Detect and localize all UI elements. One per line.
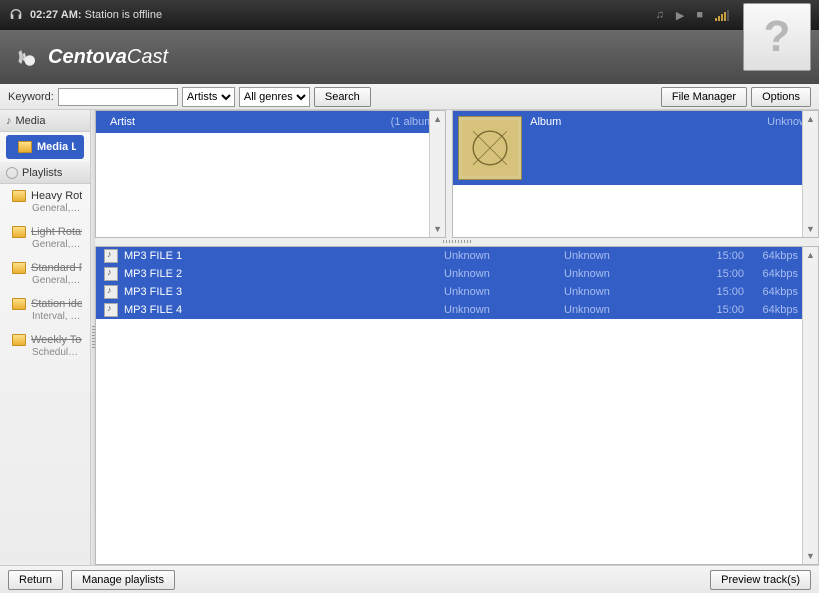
sidebar-item-media-library[interactable]: Media Library	[6, 135, 84, 159]
audio-file-icon	[104, 267, 118, 281]
keyword-input[interactable]	[58, 88, 178, 106]
sidebar: ♪ Media Media Library Playlists Heavy Ro…	[0, 110, 91, 565]
horizontal-splitter[interactable]	[95, 238, 819, 246]
bottom-bar: Return Manage playlists Preview track(s)	[0, 565, 819, 593]
artist-label: Artist	[110, 116, 135, 128]
folder-icon	[12, 226, 26, 238]
status-bar: 02:27 AM: Station is offline ♫ ▶ ■ ?	[0, 0, 819, 30]
file-manager-button[interactable]: File Manager	[661, 87, 747, 107]
app-title: CentovaCast	[48, 46, 168, 69]
folder-icon	[12, 298, 26, 310]
playlists-section-header: Playlists	[0, 162, 90, 184]
music-note-icon: ♪	[6, 115, 12, 127]
album-row[interactable]: Album Unknown	[453, 111, 818, 185]
media-section-header: ♪ Media	[0, 110, 90, 132]
brand-bar: CentovaCast	[0, 30, 819, 84]
track-row[interactable]: MP3 FILE 1UnknownUnknown15:0064kbps	[96, 247, 818, 265]
album-pane: Album Unknown ▲▼	[452, 110, 819, 238]
preview-tracks-button[interactable]: Preview track(s)	[710, 570, 811, 590]
status-text: 02:27 AM: Station is offline	[30, 9, 162, 21]
sidebar-item-playlist[interactable]: Station ide...Interval, 0...	[0, 292, 90, 328]
headphones-icon	[8, 7, 24, 23]
folder-icon	[12, 190, 26, 202]
genre-select[interactable]: All genres	[239, 87, 310, 107]
album-cover	[458, 116, 522, 180]
scrollbar[interactable]: ▲▼	[802, 111, 818, 237]
audio-file-icon	[104, 303, 118, 317]
artist-row[interactable]: Artist (1 album)	[96, 111, 445, 133]
play-icon[interactable]: ▶	[676, 9, 684, 22]
search-button[interactable]: Search	[314, 87, 371, 107]
keyword-label: Keyword:	[8, 91, 54, 103]
filter-by-select[interactable]: Artists	[182, 87, 235, 107]
folder-icon	[18, 141, 32, 153]
playlist-icon	[6, 167, 18, 179]
audio-file-icon	[104, 285, 118, 299]
stop-icon[interactable]: ■	[696, 9, 703, 21]
toolbar: Keyword: Artists All genres Search File …	[0, 84, 819, 110]
scrollbar[interactable]: ▲▼	[429, 111, 445, 237]
return-button[interactable]: Return	[8, 570, 63, 590]
sidebar-item-playlist[interactable]: Weekly Top...Schedule...	[0, 328, 90, 364]
folder-icon	[12, 262, 26, 274]
question-icon: ?	[764, 12, 791, 62]
track-row[interactable]: MP3 FILE 4UnknownUnknown15:0064kbps	[96, 301, 818, 319]
track-row[interactable]: MP3 FILE 2UnknownUnknown15:0064kbps	[96, 265, 818, 283]
album-label: Album	[530, 116, 561, 180]
broadcast-icon	[14, 43, 42, 71]
artist-pane: Artist (1 album) ▲▼	[95, 110, 446, 238]
manage-playlists-button[interactable]: Manage playlists	[71, 570, 175, 590]
music-icon[interactable]: ♫	[656, 9, 664, 21]
scrollbar[interactable]: ▲▼	[802, 247, 818, 564]
track-row[interactable]: MP3 FILE 3UnknownUnknown15:0064kbps	[96, 283, 818, 301]
signal-icon	[715, 9, 729, 21]
options-button[interactable]: Options	[751, 87, 811, 107]
user-avatar-box[interactable]: ?	[743, 3, 811, 71]
track-list: MP3 FILE 1UnknownUnknown15:0064kbpsMP3 F…	[95, 246, 819, 565]
sidebar-item-playlist[interactable]: Light Rotati...General, 0...	[0, 220, 90, 256]
sidebar-item-playlist[interactable]: Heavy Rot...General, 0...	[0, 184, 90, 220]
sidebar-item-playlist[interactable]: Standard R...General, 0...	[0, 256, 90, 292]
audio-file-icon	[104, 249, 118, 263]
folder-icon	[12, 334, 26, 346]
